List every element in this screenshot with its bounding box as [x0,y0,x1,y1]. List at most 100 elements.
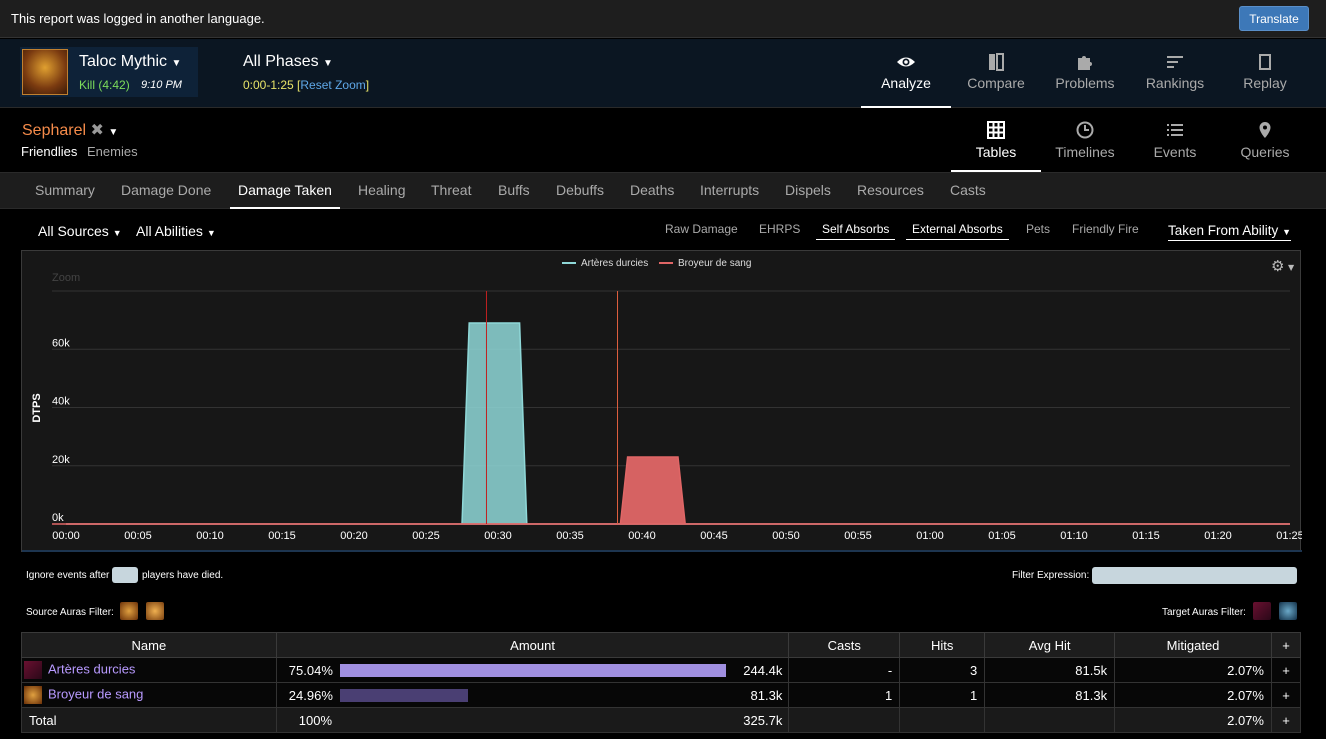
table-row[interactable]: Artères durcies 75.04% 244.4k - 3 81.5k … [21,657,1302,683]
damage-taken-chart[interactable]: Zoom 0k 20k 40k 60k DTPS 00:00 00:05 00:10 00:15 0… [21,250,1302,552]
x-tick-label: 00:10 [196,530,224,542]
tab-buffs[interactable]: Buffs [498,182,530,198]
casts-value: 1 [788,682,901,708]
source-aura-icon[interactable] [146,602,164,620]
nav-replay[interactable]: Replay [1220,39,1310,108]
view-events[interactable]: Events [1130,109,1220,172]
target-auras-label: Target Auras Filter: [1162,607,1246,618]
col-mitigated[interactable]: Mitigated [1114,632,1272,658]
external-absorbs-option[interactable]: External Absorbs [906,222,1009,240]
tab-threat[interactable]: Threat [431,182,471,198]
close-icon[interactable]: ✖ [91,122,104,139]
chart-canvas: Zoom 0k 20k 40k 60k DTPS 00:00 00:05 00:10 00:15 0… [22,257,1302,552]
ignore-suffix: players have died. [142,570,224,581]
col-add[interactable]: + [1270,632,1302,658]
clock-icon [1076,121,1094,139]
nav-label: Compare [967,75,1025,91]
total-label: Total [21,707,277,733]
mitigated-value: 2.07% [1114,682,1272,708]
friendlies-toggle[interactable]: Friendlies [21,144,77,159]
rankings-icon [1167,56,1183,68]
col-name[interactable]: Name [21,632,277,658]
pull-time: 9:10 PM [141,79,182,91]
x-tick-label: 00:20 [340,530,368,542]
self-absorbs-option[interactable]: Self Absorbs [816,222,896,240]
ehrps-option[interactable]: EHRPS [759,222,800,236]
mitigated-value: 2.07% [1114,657,1272,683]
source-auras-label: Source Auras Filter: [26,607,114,618]
pets-option[interactable]: Pets [1026,222,1050,236]
amount-cell: 75.04% 244.4k [275,657,790,683]
actor-selector[interactable]: Sepharel ✖ ▼ [22,120,118,140]
col-hits[interactable]: Hits [899,632,986,658]
kill-status: Kill (4:42) [79,78,130,92]
x-tick-label: 00:45 [700,530,728,542]
damage-taken-table: Name Amount Casts Hits Avg Hit Mitigated… [21,632,1302,733]
tab-deaths[interactable]: Deaths [630,182,674,198]
x-tick-label: 00:25 [412,530,440,542]
x-tick-label: 00:55 [844,530,872,542]
boss-selector[interactable]: Taloc Mythic ▼ Kill (4:42) 9:10 PM [20,47,198,97]
tab-resources[interactable]: Resources [857,182,924,198]
col-casts[interactable]: Casts [788,632,901,658]
ability-name-link[interactable]: Artères durcies [48,661,135,676]
table-row[interactable]: Broyeur de sang 24.96% 81.3k 1 1 81.3k 2… [21,682,1302,708]
ignore-prefix: Ignore events after [26,570,110,581]
empty-cell [788,707,901,733]
tab-casts[interactable]: Casts [950,182,986,198]
hits-value: 1 [899,682,986,708]
tab-dispels[interactable]: Dispels [785,182,831,198]
caret-down-icon: ▼ [1288,263,1295,272]
tab-debuffs[interactable]: Debuffs [556,182,604,198]
phase-selector[interactable]: All Phases ▼ [243,53,333,71]
reset-zoom-link[interactable]: Reset Zoom [300,78,365,92]
series-area-1 [66,456,1290,525]
expand-button[interactable]: + [1270,707,1302,733]
list-icon [1167,124,1183,136]
raw-damage-option[interactable]: Raw Damage [665,222,738,236]
friendly-fire-option[interactable]: Friendly Fire [1072,222,1139,236]
sources-dropdown[interactable]: All Sources ▼ [38,223,122,239]
view-label: Timelines [1055,144,1115,160]
caret-down-icon: ▼ [112,228,122,238]
time-range: 0:00-1:25 [Reset Zoom] [243,78,370,92]
puzzle-icon [1078,56,1092,70]
eye-icon [897,57,915,67]
target-aura-icon[interactable] [1279,602,1297,620]
tab-interrupts[interactable]: Interrupts [700,182,759,198]
tab-healing[interactable]: Healing [358,182,405,198]
col-amount[interactable]: Amount [275,632,790,658]
death-count-input[interactable] [112,567,138,583]
film-icon [1259,54,1271,70]
nav-rankings[interactable]: Rankings [1130,39,1220,108]
target-aura-icon[interactable] [1253,602,1271,620]
nav-compare[interactable]: Compare [951,39,1041,108]
source-aura-icon[interactable] [120,602,138,620]
hits-value: 3 [899,657,986,683]
x-tick-label: 01:00 [916,530,944,542]
amount-percent: 75.04% [288,663,333,678]
view-timelines[interactable]: Timelines [1040,109,1130,172]
tab-damage-done[interactable]: Damage Done [121,182,211,198]
view-queries[interactable]: Queries [1220,109,1310,172]
tab-summary[interactable]: Summary [35,182,95,198]
total-amount-cell: 100% 325.7k [275,707,790,733]
ability-name-link[interactable]: Broyeur de sang [48,686,143,701]
avg-hit-value: 81.3k [984,682,1116,708]
translate-button[interactable]: Translate [1239,6,1309,31]
col-avg-hit[interactable]: Avg Hit [984,632,1116,658]
view-tables[interactable]: Tables [951,109,1041,172]
expand-button[interactable]: + [1270,682,1302,708]
compare-icon [989,53,1004,71]
enemies-toggle[interactable]: Enemies [87,144,138,159]
nav-analyze[interactable]: Analyze [861,39,951,108]
casts-value: - [788,657,901,683]
tab-damage-taken[interactable]: Damage Taken [238,182,332,198]
taken-from-dropdown[interactable]: Taken From Ability ▼ [1168,223,1291,241]
filter-expression-input[interactable] [1092,567,1297,584]
expand-button[interactable]: + [1270,657,1302,683]
nav-label: Analyze [881,75,931,91]
abilities-dropdown[interactable]: All Abilities ▼ [136,223,216,239]
nav-problems[interactable]: Problems [1040,39,1130,108]
x-tick-label: 01:05 [988,530,1016,542]
